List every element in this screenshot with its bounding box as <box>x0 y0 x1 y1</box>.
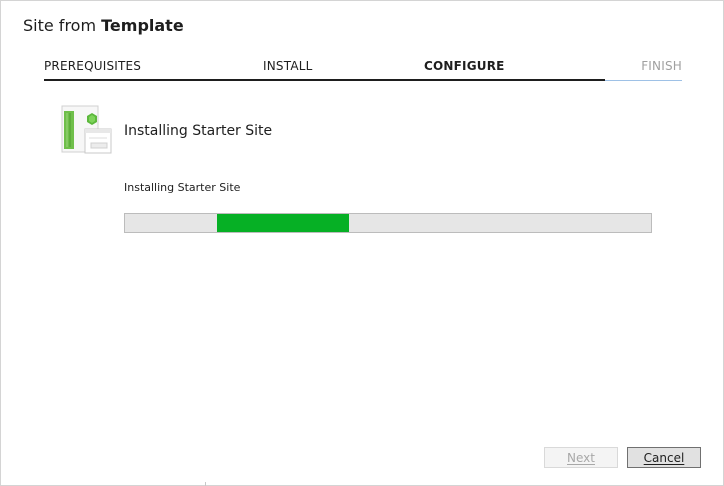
next-button-label: Next <box>567 451 595 465</box>
package-icon <box>61 105 113 155</box>
wizard-steps: PREREQUISITES INSTALL CONFIGURE FINISH <box>44 57 682 83</box>
step-configure: CONFIGURE <box>424 59 505 73</box>
install-heading: Installing Starter Site <box>124 123 273 139</box>
window-edge-mark <box>205 482 206 486</box>
progress-marquee-fill <box>217 214 349 232</box>
dialog-title-strong: Template <box>101 16 184 35</box>
step-finish: FINISH <box>641 59 682 73</box>
step-progress-line <box>44 79 605 81</box>
step-remaining-line <box>605 80 682 81</box>
step-install: INSTALL <box>263 59 313 73</box>
dialog-window: Site from Template PREREQUISITES INSTALL… <box>0 0 724 486</box>
cancel-button-label: Cancel <box>643 451 685 465</box>
install-status-text: Installing Starter Site <box>124 181 241 194</box>
install-progress-bar <box>124 213 652 233</box>
dialog-title-prefix: Site from <box>23 16 102 35</box>
next-button[interactable]: Next <box>544 447 618 468</box>
dialog-title: Site from Template <box>23 15 184 37</box>
step-prerequisites: PREREQUISITES <box>44 59 142 73</box>
cancel-button[interactable]: Cancel <box>627 447 701 468</box>
